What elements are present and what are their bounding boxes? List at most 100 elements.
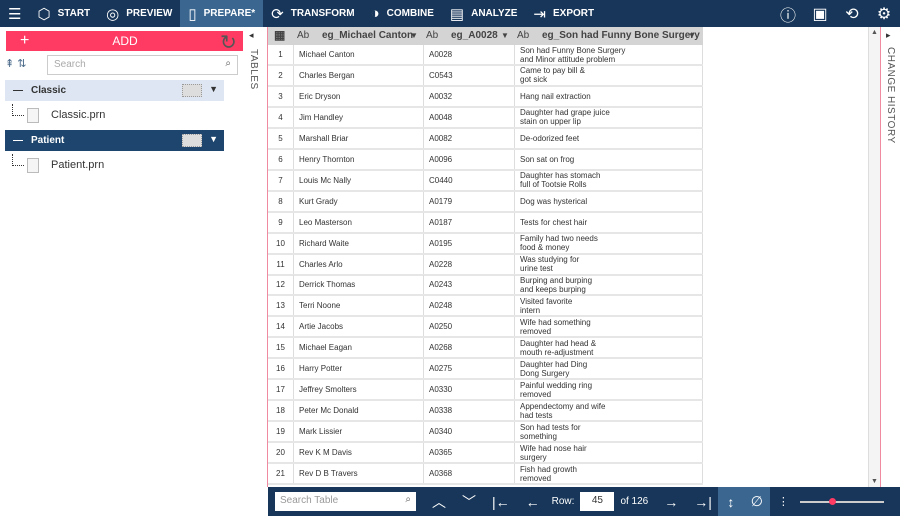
cell-name[interactable]: Eric Dryson bbox=[294, 86, 424, 106]
cell-name[interactable]: Harry Potter bbox=[294, 359, 424, 379]
gear-icon[interactable]: ⚙ bbox=[874, 4, 894, 24]
null-icon[interactable]: ∅ bbox=[743, 487, 770, 516]
table-row[interactable]: 15 Michael Eagan A0268 Daughter had head & … bbox=[268, 338, 703, 360]
cell-description[interactable]: Visited favorite intern bbox=[515, 296, 703, 316]
cell-id[interactable]: C0440 bbox=[424, 170, 515, 190]
cell-id[interactable]: A0195 bbox=[424, 233, 515, 253]
row-number[interactable]: 6 bbox=[268, 149, 294, 169]
table-row[interactable]: 1 Michael Canton A0028 Son had Funny Bone S… bbox=[268, 45, 703, 66]
zoom-slider-handle[interactable] bbox=[829, 498, 837, 505]
cell-id[interactable]: A0187 bbox=[424, 212, 515, 232]
cell-id[interactable]: A0228 bbox=[424, 254, 515, 274]
row-number[interactable]: 18 bbox=[268, 401, 294, 421]
cell-id[interactable]: A0048 bbox=[424, 107, 515, 127]
cell-id[interactable]: A0250 bbox=[424, 317, 515, 337]
cell-id[interactable]: A0330 bbox=[424, 380, 515, 400]
table-row[interactable]: 9 Leo Masterson A0187 Tests for chest hair bbox=[268, 212, 703, 234]
cell-name[interactable]: Derrick Thomas bbox=[294, 275, 424, 295]
cell-name[interactable]: Charles Arlo bbox=[294, 254, 424, 274]
row-number[interactable]: 13 bbox=[268, 296, 294, 316]
row-height-icon[interactable]: ↕ bbox=[717, 487, 744, 516]
chevron-down-icon[interactable]: ▼ bbox=[209, 84, 218, 94]
cell-name[interactable]: Kurt Grady bbox=[294, 191, 424, 211]
cell-name[interactable]: Louis Mc Nally bbox=[294, 170, 424, 190]
table-row[interactable]: 14 Artie Jacobs A0250 Wife had something re… bbox=[268, 317, 703, 339]
chevron-down-icon[interactable]: ▼ bbox=[688, 31, 696, 40]
cell-name[interactable]: Mark Lissier bbox=[294, 422, 424, 442]
table-row[interactable]: 21 Rev D B Travers A0368 Fish had growth re… bbox=[268, 464, 703, 485]
cell-description[interactable]: Came to pay bill & got sick bbox=[515, 65, 703, 85]
chevron-up-icon[interactable]: ︿ bbox=[432, 492, 446, 512]
filter-icon[interactable]: ▦ bbox=[274, 28, 285, 42]
cell-description[interactable]: Wife had something removed bbox=[515, 317, 703, 337]
cell-id[interactable]: A0340 bbox=[424, 422, 515, 442]
nav-transform[interactable]: ⟳ TRANSFORM bbox=[263, 0, 362, 27]
nav-preview[interactable]: ◎ PREVIEW bbox=[98, 0, 180, 27]
table-row[interactable]: 18 Peter Mc Donald A0338 Appendectomy and w… bbox=[268, 401, 703, 423]
refresh-icon[interactable]: ↻ bbox=[220, 30, 237, 55]
nav-export[interactable]: ⇥ EXPORT bbox=[525, 0, 602, 27]
cell-description[interactable]: Was studying for urine test bbox=[515, 254, 703, 274]
cell-description[interactable]: Son had tests for something bbox=[515, 422, 703, 442]
chevron-down-icon[interactable]: ▼ bbox=[209, 134, 218, 144]
row-number[interactable]: 4 bbox=[268, 107, 294, 127]
last-row-icon[interactable]: →| bbox=[694, 494, 712, 510]
row-number[interactable]: 21 bbox=[268, 464, 294, 483]
nav-combine[interactable]: ◑ COMBINE bbox=[363, 0, 442, 27]
column-header[interactable]: eg_A0028 bbox=[451, 30, 498, 41]
cell-description[interactable]: Daughter had Ding Dong Surgery bbox=[515, 359, 703, 379]
column-header[interactable]: eg_Michael Canton bbox=[322, 30, 413, 41]
row-number[interactable]: 16 bbox=[268, 359, 294, 379]
collapse-arrow-icon[interactable]: ◂ bbox=[249, 30, 254, 41]
cell-name[interactable]: Marshall Briar bbox=[294, 128, 424, 148]
first-row-icon[interactable]: |← bbox=[492, 494, 510, 510]
cell-id[interactable]: C0543 bbox=[424, 65, 515, 85]
nav-prepare[interactable]: ▯ PREPARE* bbox=[180, 0, 264, 27]
table-row[interactable]: 17 Jeffrey Smolters A0330 Painful wedding r… bbox=[268, 380, 703, 402]
table-row[interactable]: 4 Jim Handley A0048 Daughter had grape juic… bbox=[268, 107, 703, 129]
table-row[interactable]: 5 Marshall Briar A0082 De-odorized feet bbox=[268, 128, 703, 150]
table-row[interactable]: 19 Mark Lissier A0340 Son had tests for som… bbox=[268, 422, 703, 444]
cell-id[interactable]: A0248 bbox=[424, 296, 515, 316]
table-row[interactable]: 16 Harry Potter A0275 Daughter had Ding Don… bbox=[268, 359, 703, 381]
cell-description[interactable]: Daughter has stomach full of Tootsie Rol… bbox=[515, 170, 703, 190]
cell-id[interactable]: A0365 bbox=[424, 443, 515, 463]
column-header[interactable]: eg_Son had Funny Bone Surgery bbox=[542, 30, 700, 41]
previous-icon[interactable]: ← bbox=[526, 494, 540, 510]
cell-description[interactable]: Wife had nose hair surgery bbox=[515, 443, 703, 463]
cell-description[interactable]: Appendectomy and wife had tests bbox=[515, 401, 703, 421]
chevron-down-icon[interactable]: ﹀ bbox=[462, 492, 476, 512]
scroll-up-icon[interactable]: ▲ bbox=[871, 29, 878, 36]
sidebar-search-input[interactable]: Search ⌕ bbox=[47, 55, 238, 75]
cell-description[interactable]: Son sat on frog bbox=[515, 149, 703, 169]
file-classic[interactable]: Classic.prn bbox=[12, 104, 105, 125]
nav-analyze[interactable]: ▤ ANALYZE bbox=[442, 0, 526, 27]
group-patient[interactable]: — Patient ▼ bbox=[5, 130, 224, 151]
chevron-down-icon[interactable]: ▼ bbox=[501, 31, 509, 40]
add-button[interactable]: + ADD bbox=[6, 31, 244, 51]
vertical-scrollbar[interactable]: ▲ ▼ bbox=[868, 27, 880, 487]
row-number[interactable]: 3 bbox=[268, 86, 294, 106]
cell-id[interactable]: A0338 bbox=[424, 401, 515, 421]
table-row[interactable]: 11 Charles Arlo A0228 Was studying for urin… bbox=[268, 254, 703, 276]
cell-name[interactable]: Artie Jacobs bbox=[294, 317, 424, 337]
cell-description[interactable]: Dog was hysterical bbox=[515, 191, 703, 211]
cell-name[interactable]: Jeffrey Smolters bbox=[294, 380, 424, 400]
table-search-input[interactable]: Search Table ⌕ bbox=[275, 492, 416, 511]
cell-description[interactable]: Family had two needs food & money bbox=[515, 233, 703, 253]
menu-button[interactable]: ☰ bbox=[0, 0, 29, 27]
cell-name[interactable]: Jim Handley bbox=[294, 107, 424, 127]
row-input[interactable]: 45 bbox=[580, 492, 615, 511]
group-classic[interactable]: — Classic ▼ bbox=[5, 80, 224, 101]
table-row[interactable]: 13 Terri Noone A0248 Visited favorite inter… bbox=[268, 296, 703, 318]
table-row[interactable]: 8 Kurt Grady A0179 Dog was hysterical bbox=[268, 191, 703, 213]
row-number[interactable]: 8 bbox=[268, 191, 294, 211]
save-icon[interactable]: ▣ bbox=[810, 4, 830, 24]
table-row[interactable]: 10 Richard Waite A0195 Family had two needs… bbox=[268, 233, 703, 255]
row-number[interactable]: 19 bbox=[268, 422, 294, 442]
table-row[interactable]: 20 Rev K M Davis A0365 Wife had nose hair s… bbox=[268, 443, 703, 465]
cell-id[interactable]: A0268 bbox=[424, 338, 515, 358]
cell-name[interactable]: Michael Canton bbox=[294, 45, 424, 64]
table-row[interactable]: 6 Henry Thornton A0096 Son sat on frog bbox=[268, 149, 703, 171]
expand-arrow-icon[interactable]: ▸ bbox=[886, 30, 891, 41]
